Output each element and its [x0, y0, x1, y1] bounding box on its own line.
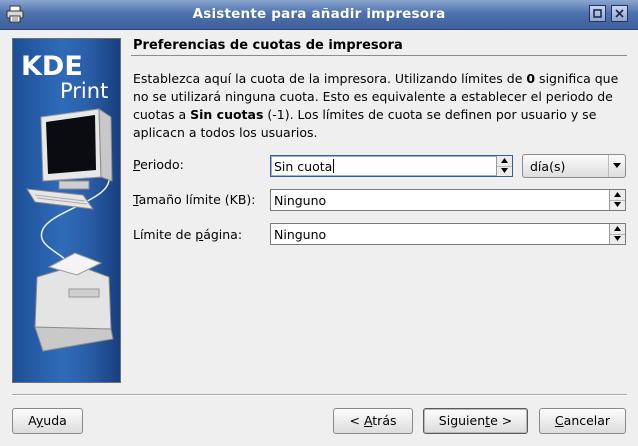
cancel-label-mnemonic: C: [554, 413, 564, 428]
page-title: Preferencias de cuotas de impresora: [133, 38, 403, 53]
back-label-pre: <: [349, 413, 364, 428]
description-bold-no-quotas: Sin cuotas: [190, 107, 264, 122]
button-separator: [12, 394, 627, 396]
period-label-rest: eriodo:: [140, 157, 184, 172]
size-limit-spin-arrows[interactable]: [609, 190, 625, 210]
page-limit-label-pre: Límite de: [133, 227, 196, 242]
size-limit-label: Tamaño límite (KB):: [133, 192, 256, 207]
page-limit-label-mnemonic: p: [195, 227, 204, 242]
size-limit-spinbox[interactable]: Ninguno: [270, 189, 626, 211]
next-label-rest: e >: [490, 413, 513, 428]
size-limit-value: Ninguno: [274, 193, 327, 208]
page-limit-spin-arrows[interactable]: [609, 224, 625, 244]
quota-description: Establezca aquí la cuota de la impresora…: [133, 70, 633, 142]
help-button[interactable]: Ayuda: [12, 408, 83, 434]
cancel-button[interactable]: Cancelar: [539, 408, 626, 434]
title-bar[interactable]: Asistente para añadir impresora: [0, 0, 638, 30]
kde-logo-text: KDE: [21, 51, 83, 82]
next-button[interactable]: Siguiente >: [423, 408, 528, 434]
size-limit-label-rest: amaño límite (KB):: [138, 192, 256, 207]
description-text-1: Establezca aquí la cuota de la impresora…: [133, 71, 527, 86]
period-unit-value: día(s): [530, 159, 566, 174]
spin-down-icon[interactable]: [610, 234, 625, 244]
help-label-rest: uda: [43, 413, 67, 428]
period-spin-arrows[interactable]: [496, 156, 512, 176]
add-printer-wizard-window: Asistente para añadir impresora KDE Prin…: [0, 0, 638, 446]
help-label-pre: A: [28, 413, 36, 428]
close-icon[interactable]: [611, 5, 628, 22]
text-caret: [333, 159, 335, 173]
print-logo-text: Print: [60, 79, 109, 103]
page-limit-label-rest: ágina:: [203, 227, 243, 242]
minimize-icon[interactable]: [589, 5, 606, 22]
title-divider: [131, 55, 627, 56]
window-title: Asistente para añadir impresora: [192, 6, 446, 22]
chevron-down-icon[interactable]: [608, 155, 625, 177]
back-button[interactable]: < Atrás: [333, 408, 413, 434]
period-spinbox[interactable]: Sin cuota: [270, 155, 513, 177]
kdeprint-sidebar-image: KDE Print: [12, 38, 121, 383]
cancel-label-rest: ancelar: [563, 413, 611, 428]
description-bold-zero: 0: [526, 71, 536, 86]
period-value: Sin cuota: [274, 159, 335, 174]
page-limit-spinbox[interactable]: Ninguno: [270, 223, 626, 245]
back-label-rest: trás: [372, 413, 397, 428]
period-label: Periodo:: [133, 157, 184, 172]
spin-down-icon[interactable]: [610, 200, 625, 210]
period-unit-combo[interactable]: día(s): [522, 154, 626, 178]
page-limit-value: Ninguno: [274, 227, 327, 242]
spin-down-icon[interactable]: [497, 166, 512, 176]
page-limit-label: Límite de página:: [133, 227, 242, 242]
next-label-pre: Siguien: [438, 413, 486, 428]
